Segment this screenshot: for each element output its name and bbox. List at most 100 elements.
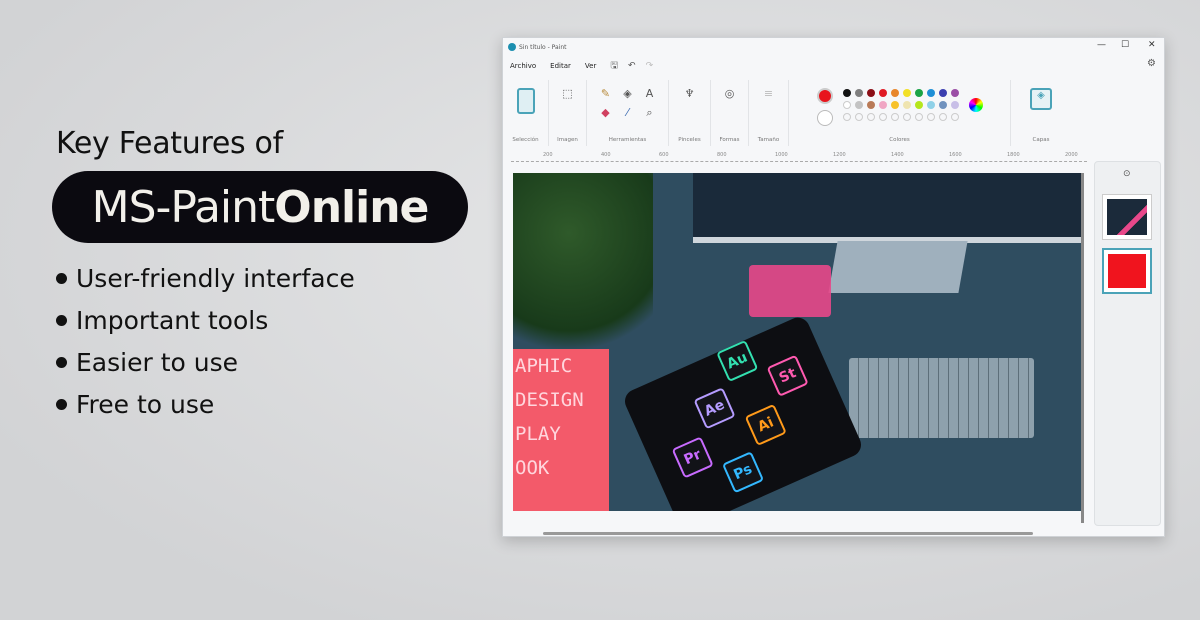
- feature-item: Important tools: [56, 299, 468, 341]
- color-swatch[interactable]: [902, 113, 911, 121]
- group-pinceles[interactable]: ♆ Pinceles: [669, 80, 711, 146]
- menu-bar: Archivo Editar Ver 🖫 ↶ ↷: [503, 56, 1164, 76]
- color-swatch[interactable]: [926, 89, 935, 97]
- feature-item: User-friendly interface: [56, 257, 468, 299]
- ruler-tick: 1800: [1007, 152, 1020, 158]
- fill-icon[interactable]: ◈: [617, 88, 639, 99]
- color-swatch[interactable]: [866, 113, 875, 121]
- horizontal-ruler: 200 400 600 800 1000 1200 1400 1600 1800 2000: [511, 152, 1087, 162]
- color-swatch[interactable]: [842, 113, 851, 121]
- app-icon-ae: Ae: [693, 387, 736, 430]
- group-tamano[interactable]: ≡ Tamaño: [749, 80, 789, 146]
- window-title: Sin título - Paint: [519, 43, 567, 51]
- add-layer-icon[interactable]: ⊙: [1123, 170, 1131, 179]
- ruler-tick: 1600: [949, 152, 962, 158]
- title-bar: Sin título - Paint: [503, 38, 1164, 56]
- color-swatch[interactable]: [938, 101, 947, 109]
- paint-app-icon: [508, 43, 516, 51]
- app-icon-ai: Ai: [744, 403, 787, 447]
- app-icon-ps: Ps: [721, 451, 765, 494]
- group-formas[interactable]: ◎ Formas: [711, 80, 749, 146]
- pencil-icon[interactable]: ✎: [595, 88, 617, 99]
- color-swatch[interactable]: [890, 89, 899, 97]
- layers-panel: ⊙: [1094, 161, 1161, 526]
- color-swatch[interactable]: [854, 101, 863, 109]
- color-swatch[interactable]: [902, 89, 911, 97]
- bullet-icon: [56, 398, 67, 410]
- color-swatch[interactable]: [938, 113, 947, 121]
- feature-list: User-friendly interface Important tools …: [56, 257, 468, 425]
- color-swatch[interactable]: [950, 113, 959, 121]
- color-swatch[interactable]: [890, 113, 899, 121]
- headline: Key Features of: [56, 126, 283, 161]
- ruler-tick: 1000: [775, 152, 788, 158]
- color-swatch[interactable]: [902, 101, 911, 109]
- brand-regular: MS-Paint: [91, 181, 276, 233]
- color-picker-icon[interactable]: ⁄: [617, 107, 639, 118]
- eraser-icon[interactable]: ◆: [595, 107, 617, 118]
- color-swatch[interactable]: [866, 101, 875, 109]
- color-swatch[interactable]: [938, 89, 947, 97]
- layers-icon[interactable]: ◈: [1030, 88, 1052, 110]
- keyboard-shape: [849, 358, 1034, 438]
- ruler-tick: 600: [659, 152, 669, 158]
- color-swatch[interactable]: [854, 113, 863, 121]
- color-swatch[interactable]: [926, 113, 935, 121]
- shapes-icon[interactable]: ◎: [725, 88, 735, 99]
- size-icon[interactable]: ≡: [764, 88, 773, 99]
- magnifier-icon[interactable]: ⌕: [639, 107, 661, 118]
- color-swatch[interactable]: [914, 113, 923, 121]
- secondary-color-swatch[interactable]: [816, 110, 833, 126]
- menu-editar[interactable]: Editar: [550, 62, 571, 70]
- color-swatch[interactable]: [842, 101, 851, 109]
- save-icon[interactable]: 🖫: [610, 61, 618, 71]
- primary-color-swatch[interactable]: [816, 88, 833, 104]
- text-icon[interactable]: A: [639, 88, 661, 99]
- palette-row: [841, 100, 961, 112]
- drawing-canvas[interactable]: APHIC DESIGN PLAY OOK Pr Ae Au Ps Ai St: [513, 173, 1081, 511]
- group-capas[interactable]: ◈ Capas: [1011, 80, 1071, 146]
- undo-icon[interactable]: ↶: [628, 61, 636, 71]
- vertical-scrollbar[interactable]: [1081, 173, 1084, 523]
- selection-icon[interactable]: [516, 88, 535, 114]
- group-colores: Colores: [789, 80, 1011, 146]
- layer-thumbnail-2[interactable]: [1102, 248, 1152, 294]
- app-icon-pr: Pr: [671, 436, 714, 479]
- color-swatch[interactable]: [926, 101, 935, 109]
- ruler-tick: 2000: [1065, 152, 1078, 158]
- group-seleccion[interactable]: Selección: [503, 80, 549, 146]
- pink-box-shape: [749, 265, 831, 317]
- color-swatch[interactable]: [914, 101, 923, 109]
- color-swatch[interactable]: [950, 101, 959, 109]
- feature-item: Free to use: [56, 383, 468, 425]
- color-swatch[interactable]: [854, 89, 863, 97]
- minimize-button[interactable]: —: [1097, 40, 1106, 50]
- ruler-tick: 1400: [891, 152, 904, 158]
- color-swatch[interactable]: [878, 89, 887, 97]
- ruler-tick: 400: [601, 152, 611, 158]
- maximize-button[interactable]: ☐: [1121, 40, 1129, 50]
- image-crop-icon[interactable]: ⬚: [562, 88, 572, 99]
- horizontal-scrollbar[interactable]: [543, 532, 1033, 535]
- paint-window: Sin título - Paint — ☐ ✕ Archivo Editar …: [502, 37, 1165, 537]
- color-swatch[interactable]: [866, 89, 875, 97]
- group-imagen[interactable]: ⬚ Imagen: [549, 80, 587, 146]
- brush-icon[interactable]: ♆: [685, 88, 695, 99]
- menu-ver[interactable]: Ver: [585, 62, 596, 70]
- color-swatch[interactable]: [950, 89, 959, 97]
- gear-icon[interactable]: ⚙: [1147, 59, 1156, 69]
- layer-thumbnail-1[interactable]: [1102, 194, 1152, 240]
- feature-panel: Key Features of MS-Paint Online User-frie…: [52, 126, 468, 425]
- ruler-tick: 800: [717, 152, 727, 158]
- color-swatch[interactable]: [914, 89, 923, 97]
- color-swatch[interactable]: [890, 101, 899, 109]
- edit-colors-icon[interactable]: [968, 98, 983, 112]
- bullet-icon: [56, 272, 67, 284]
- close-button[interactable]: ✕: [1148, 40, 1156, 50]
- redo-icon[interactable]: ↷: [646, 61, 654, 71]
- brand-bold: Online: [274, 181, 429, 233]
- menu-archivo[interactable]: Archivo: [510, 62, 536, 70]
- color-swatch[interactable]: [878, 113, 887, 121]
- color-swatch[interactable]: [878, 101, 887, 109]
- color-swatch[interactable]: [842, 89, 851, 97]
